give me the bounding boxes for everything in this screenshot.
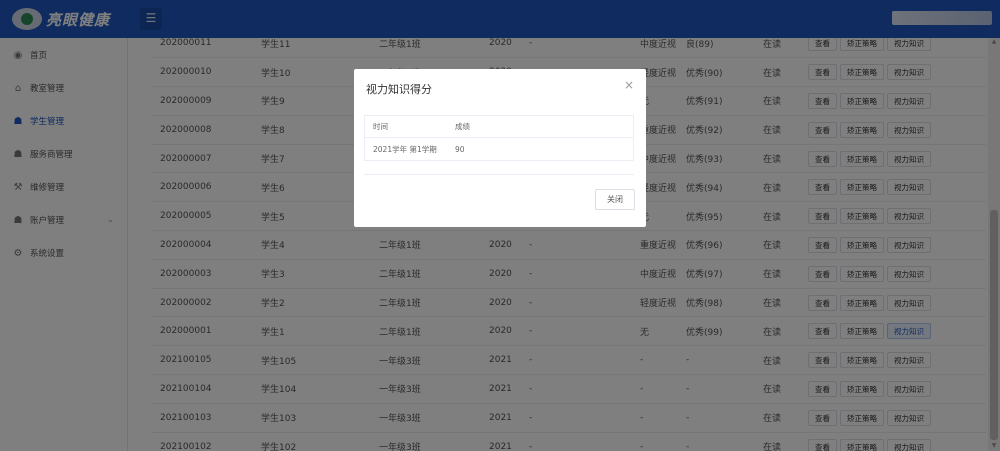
score-table-header: 时间 成绩 bbox=[365, 116, 633, 138]
vision-knowledge-dialog: 视力知识得分 × 时间 成绩 2021学年 第1学期 90 关闭 bbox=[354, 69, 646, 227]
time-header: 时间 bbox=[373, 122, 388, 131]
dialog-title: 视力知识得分 bbox=[366, 83, 432, 96]
dialog-divider bbox=[364, 174, 634, 175]
score-row: 2021学年 第1学期 90 bbox=[365, 138, 633, 160]
score-table: 时间 成绩 2021学年 第1学期 90 bbox=[364, 115, 634, 161]
score-value: 90 bbox=[455, 144, 465, 154]
close-icon[interactable]: × bbox=[624, 78, 634, 92]
close-button[interactable]: 关闭 bbox=[595, 189, 635, 210]
score-header: 成绩 bbox=[455, 122, 470, 131]
score-time: 2021学年 第1学期 bbox=[373, 144, 437, 154]
